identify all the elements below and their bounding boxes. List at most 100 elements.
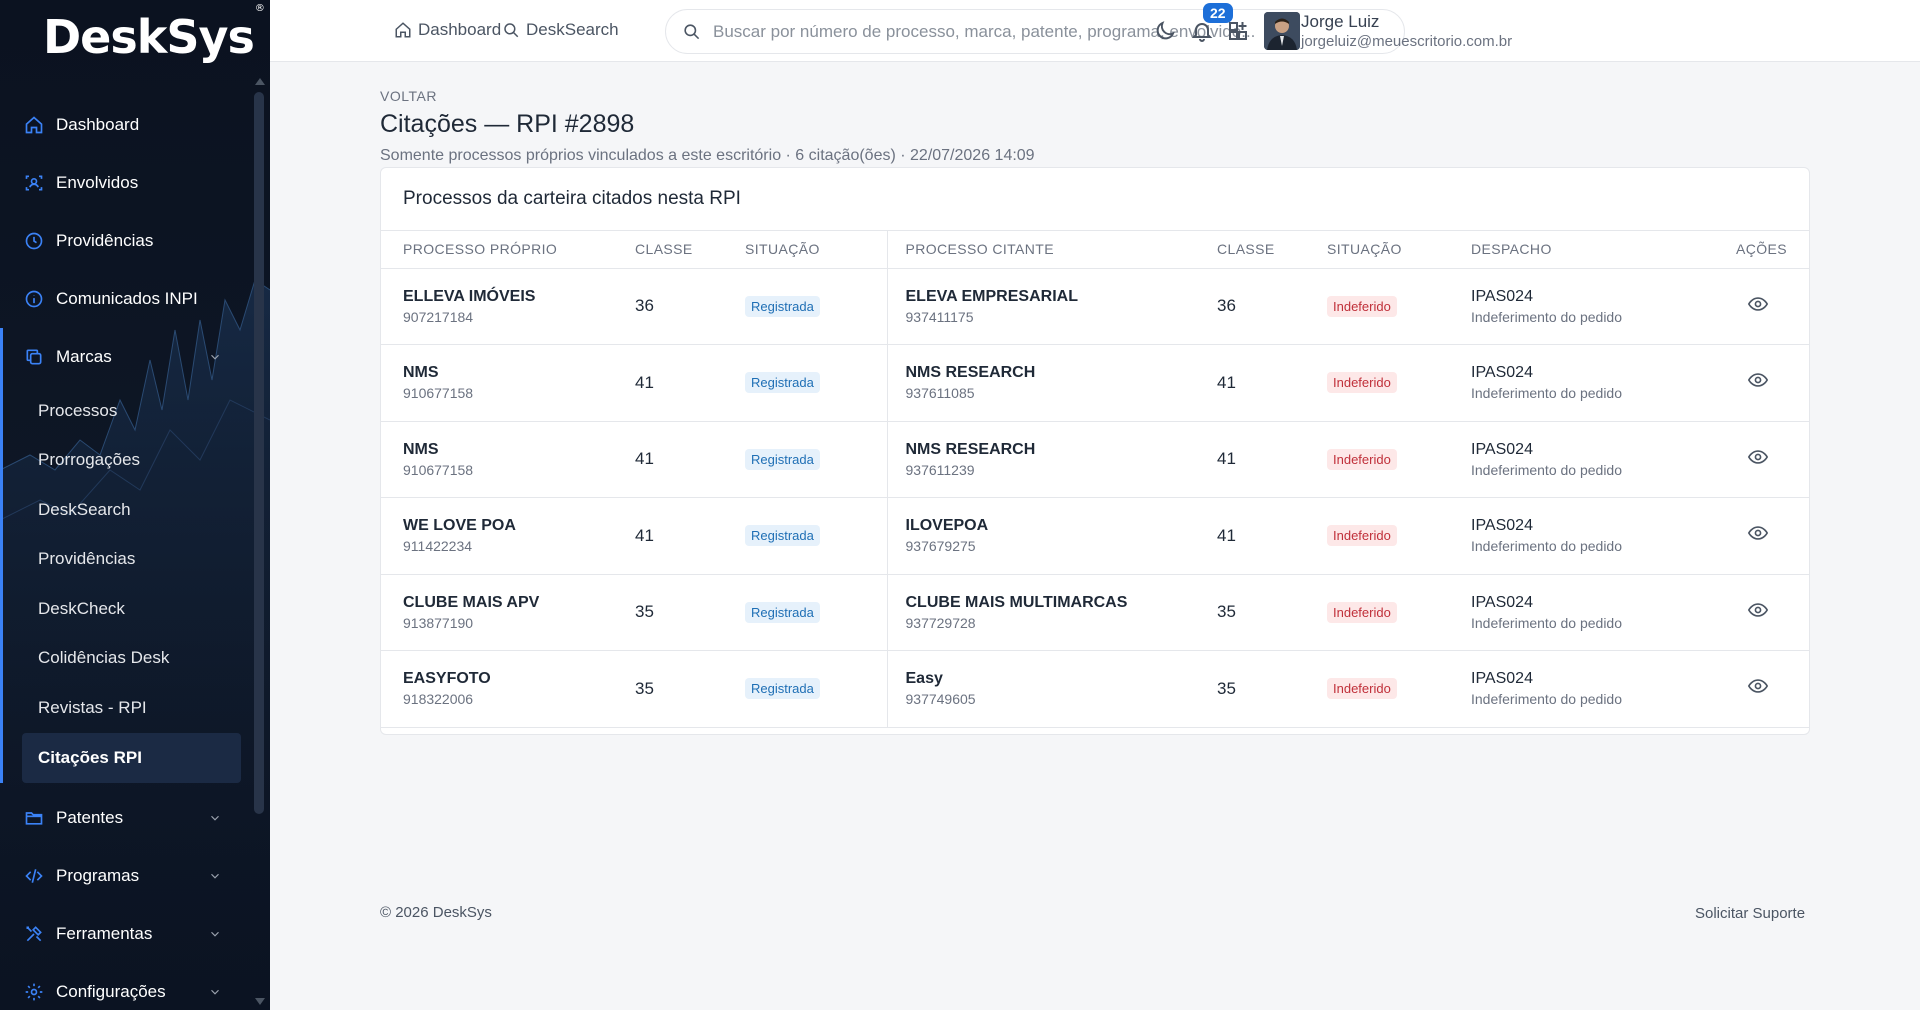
- sidebar-item-patentes[interactable]: Patentes: [0, 789, 256, 847]
- moon-icon[interactable]: [1153, 19, 1177, 43]
- sidebar-item-comunicados[interactable]: Comunicados INPI: [0, 270, 256, 328]
- scroll-down-arrow[interactable]: [255, 998, 265, 1005]
- actions-cell: [1703, 268, 1809, 345]
- col-header-processo-proprio[interactable]: PROCESSO PRÓPRIO: [381, 231, 635, 269]
- user-email: jorgeluiz@meuescritorio.com.br: [1301, 33, 1513, 50]
- own-mark-name[interactable]: WE LOVE POA: [403, 517, 635, 535]
- sidebar-item-ferramentas[interactable]: Ferramentas: [0, 905, 256, 963]
- own-class: 35: [635, 602, 654, 622]
- citing-class: 35: [1217, 678, 1236, 698]
- sidebar-item-label: Dashboard: [56, 115, 140, 134]
- citing-process-cell: CLUBE MAIS MULTIMARCAS 937729728: [887, 574, 1217, 651]
- sidebar-item-dashboard[interactable]: Dashboard: [0, 96, 256, 154]
- scroll-up-arrow[interactable]: [255, 78, 265, 85]
- citing-mark-name[interactable]: ELEVA EMPRESARIAL: [906, 288, 1218, 306]
- table-row[interactable]: NMS 910677158 41 Registrada NMS RESEARCH 9376…: [381, 421, 1809, 498]
- own-process-cell: CLUBE MAIS APV 913877190: [381, 574, 635, 651]
- table-row[interactable]: NMS 910677158 41 Registrada NMS RESEARCH 9376…: [381, 344, 1809, 422]
- sidebar-sub-citacoes[interactable]: Citações RPI: [22, 732, 241, 783]
- table-row[interactable]: CLUBE MAIS APV 913877190 35 Registrada CLUBE…: [381, 574, 1809, 651]
- despacho-description: Indeferimento do pedido: [1471, 461, 1622, 478]
- eye-icon[interactable]: [1747, 522, 1769, 544]
- despacho-code: IPAS024: [1471, 364, 1533, 382]
- sidebar-item-providencias[interactable]: Providências: [0, 212, 256, 270]
- citing-process-cell: ELEVA EMPRESARIAL 937411175: [887, 268, 1217, 345]
- avatar[interactable]: [1264, 12, 1300, 50]
- sidebar-sub-revistas[interactable]: Revistas - RPI: [0, 683, 256, 733]
- col-header-despacho[interactable]: DESPACHO: [1471, 231, 1703, 269]
- citing-mark-name[interactable]: Easy: [906, 670, 1218, 688]
- own-class-cell: 41: [635, 497, 745, 575]
- col-header-processo-citante[interactable]: PROCESSO CITANTE: [887, 231, 1217, 269]
- citing-process-number: 937729728: [905, 614, 976, 631]
- sidebar-sub-desksearch[interactable]: DeskSearch: [0, 485, 256, 535]
- support-link[interactable]: Solicitar Suporte: [1695, 905, 1805, 922]
- chevron-down-icon[interactable]: [208, 985, 222, 999]
- main-content: VOLTAR Citações — RPI #2898 Somente proc…: [380, 88, 1810, 735]
- eye-icon[interactable]: [1747, 446, 1769, 468]
- user-portrait-icon: [1264, 12, 1300, 50]
- despacho-cell: IPAS024 Indeferimento do pedido: [1471, 574, 1703, 651]
- status-badge: Indeferido: [1327, 372, 1397, 394]
- own-mark-name[interactable]: NMS: [403, 441, 635, 459]
- info-icon: [24, 289, 44, 309]
- topbar-dashboard-link[interactable]: Dashboard: [394, 20, 501, 40]
- own-class: 41: [635, 449, 654, 469]
- tools-icon: [24, 924, 44, 944]
- table-row[interactable]: EASYFOTO 918322006 35 Registrada Easy 9377496…: [381, 650, 1809, 728]
- citing-status-cell: Indeferido: [1327, 574, 1471, 651]
- chevron-down-icon[interactable]: [208, 869, 222, 883]
- sidebar-sub-deskcheck[interactable]: DeskCheck: [0, 584, 256, 634]
- eye-icon[interactable]: [1747, 599, 1769, 621]
- own-mark-name[interactable]: ELLEVA IMÓVEIS: [403, 288, 635, 306]
- eye-icon[interactable]: [1747, 369, 1769, 391]
- sidebar-item-programas[interactable]: Programas: [0, 847, 256, 905]
- own-process-cell: WE LOVE POA 911422234: [381, 497, 635, 575]
- chevron-down-icon[interactable]: [208, 811, 222, 825]
- citing-mark-name[interactable]: ILOVEPOA: [906, 517, 1218, 535]
- status-badge: Registrada: [745, 601, 820, 623]
- col-header-classe-citante[interactable]: CLASSE: [1217, 231, 1327, 269]
- own-mark-name[interactable]: EASYFOTO: [403, 670, 635, 688]
- topbar: Dashboard DeskSearch 22 Jorge Luiz jorge…: [270, 0, 1920, 62]
- col-header-situacao[interactable]: SITUAÇÃO: [745, 231, 888, 269]
- citing-mark-name[interactable]: CLUBE MAIS MULTIMARCAS: [906, 594, 1218, 612]
- sidebar-sub-providencias[interactable]: Providências: [0, 535, 256, 585]
- sidebar-item-marcas[interactable]: Marcas: [0, 328, 256, 386]
- col-header-classe[interactable]: CLASSE: [635, 231, 745, 269]
- despacho-code: IPAS024: [1471, 287, 1533, 305]
- table-row[interactable]: ELLEVA IMÓVEIS 907217184 36 Registrada ELEVA…: [381, 268, 1809, 345]
- search-icon: [504, 23, 519, 38]
- apps-grid-icon[interactable]: [1226, 19, 1250, 43]
- sidebar-item-configuracoes[interactable]: Configurações: [0, 963, 256, 1010]
- back-link[interactable]: VOLTAR: [380, 88, 437, 104]
- col-header-situacao-citante[interactable]: SITUAÇÃO: [1327, 231, 1471, 269]
- topbar-desksearch-link[interactable]: DeskSearch: [502, 20, 619, 40]
- sidebar-sub-processos[interactable]: Processos: [0, 386, 256, 436]
- citing-process-cell: ILOVEPOA 937679275: [887, 497, 1218, 575]
- citing-process-number: 937411175: [905, 308, 974, 325]
- sidebar-sub-prorrogacoes[interactable]: Prorrogações: [0, 436, 256, 486]
- citing-mark-name[interactable]: NMS RESEARCH: [906, 364, 1218, 382]
- sidebar: DeskSys® Dashboard Envolvidos Providênci…: [0, 0, 270, 1010]
- own-mark-name[interactable]: CLUBE MAIS APV: [403, 594, 635, 612]
- own-process-number: 913877190: [403, 614, 474, 631]
- citing-class-cell: 41: [1217, 421, 1327, 498]
- chevron-down-icon[interactable]: [208, 350, 222, 364]
- chevron-down-icon[interactable]: [208, 927, 222, 941]
- sidebar-sub-colidencias[interactable]: Colidências Desk: [0, 634, 256, 684]
- citing-status-cell: Indeferido: [1327, 344, 1471, 422]
- brand-logo[interactable]: DeskSys®: [43, 3, 265, 64]
- card-title: Processos da carteira citados nesta RPI: [381, 168, 1809, 231]
- eye-icon[interactable]: [1747, 675, 1769, 697]
- sidebar-item-envolvidos[interactable]: Envolvidos: [0, 154, 256, 212]
- sidebar-item-label: Ferramentas: [56, 923, 153, 943]
- table-row[interactable]: WE LOVE POA 911422234 41 Registrada ILOVEPOA…: [381, 497, 1809, 575]
- citing-mark-name[interactable]: NMS RESEARCH: [906, 441, 1218, 459]
- page-subtitle: Somente processos próprios vinculados a …: [380, 147, 1035, 164]
- citing-class-cell: 36: [1217, 268, 1327, 345]
- user-name[interactable]: Jorge Luiz: [1301, 12, 1379, 32]
- own-mark-name[interactable]: NMS: [403, 364, 635, 382]
- despacho-cell: IPAS024 Indeferimento do pedido: [1471, 268, 1703, 345]
- eye-icon[interactable]: [1747, 293, 1769, 315]
